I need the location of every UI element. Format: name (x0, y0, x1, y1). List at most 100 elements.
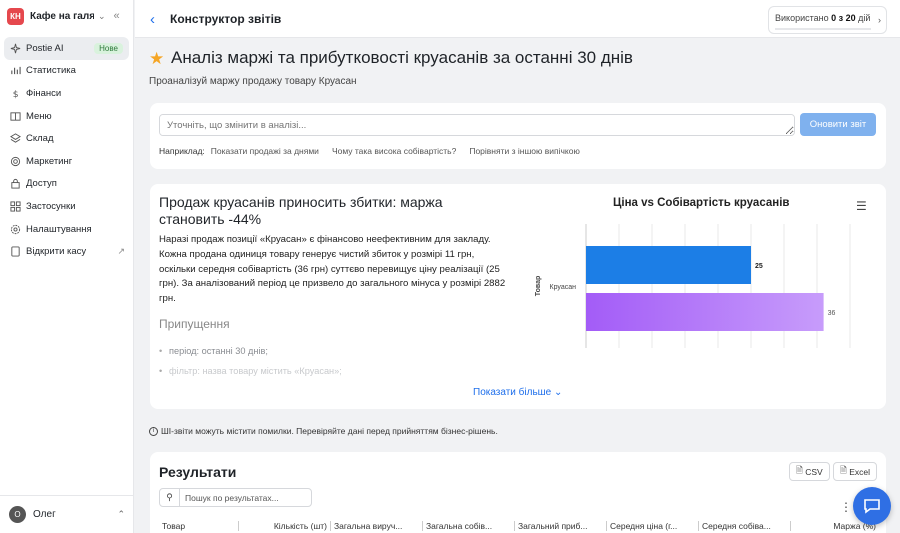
chevron-down-icon: ⌄ (98, 10, 106, 21)
sparkle-icon (10, 43, 21, 53)
back-arrow-icon[interactable]: ‹ (150, 11, 155, 28)
venue-name: Кафе на галя... (30, 10, 94, 22)
app-root: КН Кафе на галя... ⌄ « Postie AI Нове Ст… (0, 0, 900, 533)
usage-suffix: дій (855, 13, 871, 23)
sidebar-item-label: Відкрити касу (26, 246, 87, 258)
column-header[interactable]: Кількість (шт) (239, 521, 331, 531)
layers-icon (10, 133, 21, 143)
analysis-summary: Наразі продаж позиції «Круасан» є фінанс… (159, 234, 506, 305)
list-item: період: останні 30 днів; (159, 341, 342, 361)
data-label: 36 (828, 310, 836, 317)
bar-chart: Товар Круасан 25 36 (535, 224, 851, 348)
venue-switcher[interactable]: КН Кафе на галя... ⌄ « (7, 7, 127, 25)
column-header[interactable]: Товар (159, 521, 239, 531)
top-bar: ‹ Конструктор звітів Використано 0 з 20 … (135, 0, 900, 38)
sidebar-item-label: Застосунки (26, 200, 76, 212)
column-header[interactable]: Середня ціна (г... (607, 521, 699, 531)
examples-label: Наприклад: (159, 146, 205, 156)
results-card: Результати 🗎 CSV 🗎 Excel ⚲ Пошук по резу… (150, 452, 886, 533)
column-header[interactable]: Загальний приб... (515, 521, 607, 531)
sidebar-item-marketing[interactable]: Маркетинг (4, 150, 129, 173)
sidebar-item-menu[interactable]: Меню (4, 105, 129, 128)
sidebar-item-warehouse[interactable]: Склад (4, 127, 129, 150)
csv-label: CSV (805, 466, 823, 477)
usage-text: Використано 0 з 20 дій (775, 13, 870, 23)
column-header[interactable]: Загальна собів... (423, 521, 515, 531)
target-icon (10, 156, 21, 166)
table-header: Товар Кількість (шт) Загальна вируч... З… (159, 521, 879, 531)
chevron-down-icon: ⌄ (554, 387, 563, 398)
star-icon[interactable]: ★ (149, 50, 166, 67)
analysis-card: Продаж круасанів приносить збитки: маржа… (150, 184, 886, 409)
grid-icon (10, 201, 21, 212)
search-input[interactable]: Пошук по результатах... (180, 493, 279, 503)
example-prompts: Наприклад: Показати продажі за днями Чом… (159, 146, 593, 156)
hamburger-menu-icon[interactable]: ☰ (856, 199, 867, 213)
sidebar-item-open-pos[interactable]: Відкрити касу ↗ (4, 240, 129, 263)
sidebar-item-finance[interactable]: $ Фінанси (4, 82, 129, 105)
sidebar-item-statistics[interactable]: Статистика (4, 60, 129, 83)
list-item: фільтр: назва товару містить «Круасан»; (159, 361, 342, 381)
sidebar-item-postie-ai[interactable]: Postie AI Нове (4, 37, 129, 60)
sidebar-item-label: Доступ (26, 178, 57, 190)
venue-logo: КН (7, 7, 24, 25)
example-prompt[interactable]: Чому така висока собівартість? (332, 146, 456, 156)
sidebar-item-label: Склад (26, 133, 54, 145)
example-prompt[interactable]: Порівняти з іншою випічкою (469, 146, 580, 156)
ai-disclaimer: i ШІ-звіти можуть містити помилки. Перев… (149, 426, 498, 436)
bar (586, 293, 824, 331)
user-menu[interactable]: О Олег ⌃ (0, 495, 134, 533)
usage-progress-bar (775, 28, 871, 30)
category-tick-label: Круасан (550, 284, 577, 291)
svg-text:$: $ (13, 89, 19, 99)
new-badge: Нове (94, 42, 123, 54)
sidebar-item-apps[interactable]: Застосунки (4, 195, 129, 218)
show-more-label: Показати більше (473, 387, 552, 398)
sidebar-item-label: Фінанси (26, 87, 62, 99)
example-prompt[interactable]: Показати продажі за днями (211, 146, 319, 156)
report-title-text: Аналіз маржі та прибутковості круасанів … (171, 48, 633, 67)
chat-icon (864, 499, 880, 514)
usage-value: 0 з 20 (831, 13, 856, 23)
usage-widget[interactable]: Використано 0 з 20 дій › (768, 6, 887, 34)
assumptions-heading: Припущення (159, 317, 230, 331)
results-search[interactable]: ⚲ Пошук по результатах... (159, 488, 312, 507)
update-report-button[interactable]: Оновити звіт (800, 113, 876, 136)
show-more-link[interactable]: Показати більше ⌄ (473, 387, 562, 398)
sidebar-nav: Postie AI Нове Статистика $ Фінанси Меню… (4, 37, 129, 263)
column-header[interactable]: Середня собіва... (699, 521, 791, 531)
sidebar-item-label: Маркетинг (26, 155, 73, 167)
sidebar-item-access[interactable]: Доступ (4, 173, 129, 196)
excel-label: Excel (849, 466, 870, 477)
export-csv-button[interactable]: 🗎 CSV (789, 462, 830, 481)
report-title: ★ Аналіз маржі та прибутковості круасані… (149, 48, 633, 68)
data-label: 25 (755, 263, 763, 270)
refine-input[interactable] (159, 114, 795, 136)
gear-icon (10, 224, 21, 234)
sidebar-item-label: Postie AI (26, 42, 64, 54)
tablet-icon (11, 246, 20, 257)
sidebar-item-settings[interactable]: Налаштування (4, 218, 129, 241)
bar (586, 246, 751, 284)
results-title: Результати (159, 464, 237, 480)
book-icon (10, 111, 21, 121)
collapse-sidebar-icon[interactable]: « (114, 10, 120, 22)
sidebar-item-label: Статистика (26, 65, 76, 77)
report-subtitle: Проаналізуй маржу продажу товару Круасан (149, 76, 357, 87)
search-icon: ⚲ (160, 489, 180, 506)
chat-button[interactable] (853, 487, 891, 525)
sidebar: КН Кафе на галя... ⌄ « Postie AI Нове Ст… (0, 0, 134, 533)
sidebar-item-label: Меню (26, 110, 52, 122)
page-header-title: Конструктор звітів (170, 12, 282, 26)
file-icon: 🗎 (796, 464, 806, 475)
dollar-icon: $ (13, 89, 19, 99)
assumptions-list: період: останні 30 днів; фільтр: назва т… (159, 341, 342, 381)
avatar: О (9, 506, 26, 523)
external-link-icon: ↗ (117, 246, 125, 257)
export-excel-button[interactable]: 🗎 Excel (833, 462, 877, 481)
user-name: Олег (33, 509, 56, 520)
analysis-headline: Продаж круасанів приносить збитки: маржа… (159, 194, 443, 227)
file-icon: 🗎 (840, 464, 850, 475)
column-header[interactable]: Загальна вируч... (331, 521, 423, 531)
usage-prefix: Використано (775, 13, 832, 23)
